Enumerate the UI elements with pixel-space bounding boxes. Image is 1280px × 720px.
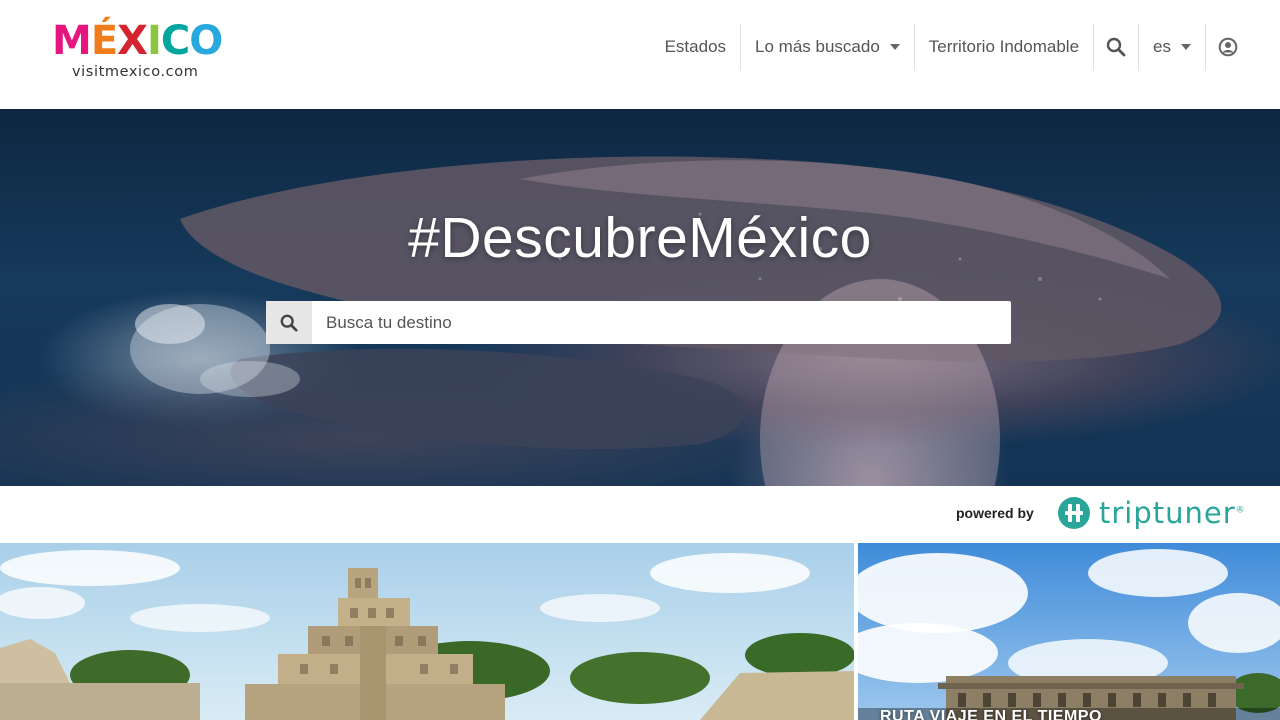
powered-by-bar: powered by triptuner® <box>0 486 1280 543</box>
pyramid-ruins-image <box>0 543 854 720</box>
visitmexico-logo[interactable]: MÉXICO visitmexico.com <box>52 18 242 92</box>
logo-letter: I <box>146 18 162 64</box>
search-icon <box>280 314 298 332</box>
destination-search <box>266 301 1011 344</box>
nav-label: Lo más buscado <box>755 37 880 56</box>
search-icon <box>1106 37 1126 57</box>
nav-search-button[interactable] <box>1093 24 1138 70</box>
site-header: MÉXICO visitmexico.com Estados Lo más bu… <box>0 0 1280 109</box>
hero-title: #DescubreMéxico <box>408 206 872 270</box>
nav-item-territorio-indomable[interactable]: Territorio Indomable <box>913 24 1093 70</box>
logo-letter: C <box>160 18 190 64</box>
logo-letter: É <box>90 18 118 64</box>
destination-card[interactable] <box>0 543 854 720</box>
logo-subtitle: visitmexico.com <box>72 64 199 80</box>
language-label: es <box>1153 37 1171 56</box>
nav-label: Estados <box>664 37 727 56</box>
search-input[interactable] <box>312 301 1011 344</box>
hero-whale-image <box>130 156 1222 486</box>
registered-mark: ® <box>1235 505 1246 516</box>
colonial-building-image <box>858 543 1280 720</box>
logo-wordmark: MÉXICO <box>52 18 242 64</box>
logo-letter: M <box>52 18 92 64</box>
nav-item-lo-mas-buscado[interactable]: Lo más buscado <box>740 24 914 70</box>
card-caption: RUTA VIAJE EN EL TIEMPO <box>880 708 1102 720</box>
logo-letter: O <box>189 18 223 64</box>
search-submit-button[interactable] <box>266 301 312 344</box>
nav-item-estados[interactable]: Estados <box>651 24 740 70</box>
nav-label: Territorio Indomable <box>928 37 1080 56</box>
destination-card[interactable]: RUTA VIAJE EN EL TIEMPO <box>858 543 1280 720</box>
powered-by-label: powered by <box>956 505 1034 521</box>
caret-down-icon <box>1181 44 1191 50</box>
main-nav: Estados Lo más buscado Territorio Indoma… <box>651 24 1250 70</box>
caret-down-icon <box>889 44 900 50</box>
user-icon <box>1218 37 1238 57</box>
logo-letter: X <box>117 18 148 64</box>
triptuner-logo[interactable]: triptuner® <box>1057 496 1246 530</box>
triptuner-name: triptuner <box>1099 496 1236 530</box>
language-selector[interactable]: es <box>1138 24 1205 70</box>
user-account-button[interactable] <box>1205 24 1250 70</box>
hero-banner: #DescubreMéxico <box>0 109 1280 486</box>
triptuner-wordmark: triptuner® <box>1099 496 1246 530</box>
triptuner-icon <box>1058 497 1090 529</box>
